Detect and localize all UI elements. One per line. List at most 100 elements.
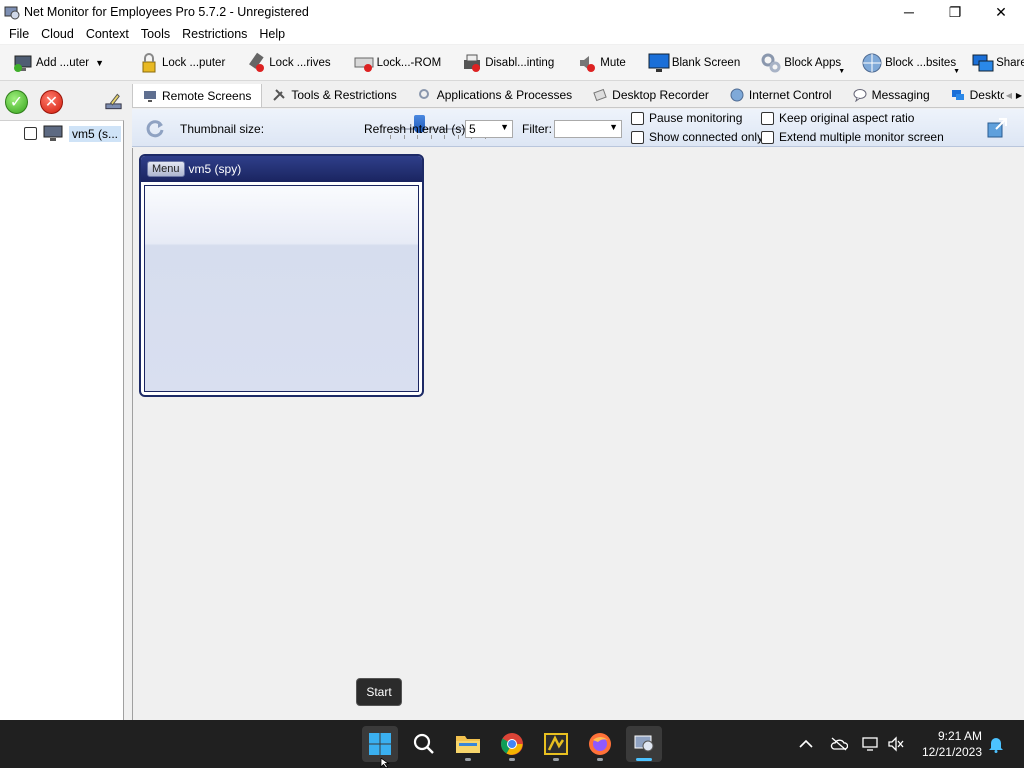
blank-screen-button[interactable]: Blank Screen xyxy=(644,46,744,80)
refresh-icon[interactable] xyxy=(144,117,166,139)
refresh-interval-value: 5 xyxy=(469,122,476,136)
show-connected-only-checkbox[interactable]: Show connected only xyxy=(631,130,763,144)
menu-restrictions[interactable]: Restrictions xyxy=(176,24,253,44)
mouse-cursor-icon xyxy=(380,758,390,768)
taskbar-app[interactable] xyxy=(538,726,574,762)
taskbar-net-monitor[interactable] xyxy=(626,726,662,762)
tab-label: Messaging xyxy=(871,88,930,102)
remote-screens-icon xyxy=(144,90,156,102)
block-apps-label: Block Apps xyxy=(784,56,842,69)
refresh-interval-label: Refresh interval (s): xyxy=(364,122,469,136)
chevron-down-icon[interactable]: ▼ xyxy=(953,68,960,75)
usb-drive-icon xyxy=(249,52,265,72)
start-button[interactable] xyxy=(362,726,398,762)
chevron-right-icon[interactable]: ▶ xyxy=(1014,86,1024,104)
pause-monitoring-checkbox[interactable]: Pause monitoring xyxy=(631,111,742,125)
close-button[interactable]: ✕ xyxy=(978,0,1024,24)
thumbnail-menu-button[interactable]: Menu xyxy=(147,161,185,177)
network-icon[interactable] xyxy=(860,720,880,768)
onedrive-offline-icon[interactable] xyxy=(828,720,850,768)
toolbar: Add ...uter ▼ Lock ...puter Lock ...rive… xyxy=(0,45,1024,81)
check-icon[interactable]: ✓ xyxy=(5,90,28,114)
menu-cloud[interactable]: Cloud xyxy=(35,24,80,44)
title-bar: Net Monitor for Employees Pro 5.7.2 - Un… xyxy=(0,0,1024,24)
add-computer-button[interactable]: Add ...uter ▼ xyxy=(8,46,108,80)
close-icon[interactable]: ✕ xyxy=(40,90,63,114)
filter-select[interactable]: ▼ xyxy=(554,120,622,138)
maximize-button[interactable]: ❐ xyxy=(932,0,978,24)
menu-file[interactable]: File xyxy=(3,24,35,44)
clock-time: 9:21 AM xyxy=(937,729,982,743)
running-indicator xyxy=(553,758,559,761)
lock-cdrom-button[interactable]: Lock...-ROM xyxy=(349,46,446,80)
chat-bubble-icon xyxy=(853,89,867,102)
tab-messaging[interactable]: Messaging xyxy=(843,84,941,107)
keep-aspect-ratio-label: Keep original aspect ratio xyxy=(779,111,915,125)
tab-label: Tools & Restrictions xyxy=(291,88,397,102)
taskbar-file-explorer[interactable] xyxy=(450,726,486,762)
refresh-interval-select[interactable]: 5 ▼ xyxy=(465,120,513,138)
checkbox[interactable] xyxy=(631,111,644,125)
keep-aspect-ratio-checkbox[interactable]: Keep original aspect ratio xyxy=(761,111,914,125)
tab-internet-control[interactable]: Internet Control xyxy=(720,84,843,107)
checkbox[interactable] xyxy=(631,130,644,144)
thumbnail-header: Menu vm5 (spy) xyxy=(141,156,422,182)
screen-thumbnail[interactable]: Menu vm5 (spy) xyxy=(139,154,424,397)
app-icon xyxy=(544,733,568,755)
cdrom-icon xyxy=(354,57,374,72)
checkbox[interactable] xyxy=(761,111,774,125)
share-desktop-button[interactable]: Share...sktop xyxy=(968,46,1024,80)
tools-icon xyxy=(273,89,286,101)
taskbar-firefox[interactable] xyxy=(582,726,618,762)
tab-desktop-recorder[interactable]: Desktop Recorder xyxy=(583,84,720,107)
chevron-down-icon[interactable]: ▼ xyxy=(838,68,845,75)
notification-bell-icon[interactable] xyxy=(986,720,1006,768)
running-indicator xyxy=(509,758,515,761)
detach-window-icon[interactable] xyxy=(986,117,1008,139)
mute-button[interactable]: Mute xyxy=(572,46,630,80)
add-computer-icon xyxy=(14,55,32,72)
chrome-icon xyxy=(501,733,523,755)
chevron-down-icon: ▼ xyxy=(500,122,509,132)
checkbox[interactable] xyxy=(761,130,774,144)
tab-label: Internet Control xyxy=(748,88,832,102)
lock-computer-button[interactable]: Lock ...puter xyxy=(134,46,229,80)
tab-tools-restrictions[interactable]: Tools & Restrictions xyxy=(262,84,407,107)
blank-screen-label: Blank Screen xyxy=(671,56,741,69)
extend-multiple-monitor-label: Extend multiple monitor screen xyxy=(779,130,944,144)
disable-printing-button[interactable]: Disabl...inting xyxy=(457,46,558,80)
block-websites-button[interactable]: Block ...bsites ▼ xyxy=(857,46,960,80)
monitor-icon xyxy=(648,53,670,72)
window-title: Net Monitor for Employees Pro 5.7.2 - Un… xyxy=(24,5,309,19)
chevron-up-icon[interactable] xyxy=(796,720,816,768)
minimize-button[interactable]: ─ xyxy=(886,0,932,24)
tab-remote-screens[interactable]: Remote Screens xyxy=(132,84,263,107)
block-apps-button[interactable]: Block Apps ▼ xyxy=(756,46,845,80)
tree-item-checkbox[interactable] xyxy=(24,127,37,140)
remote-screens-area: Menu vm5 (spy) xyxy=(132,148,1024,720)
left-toolbar: ✓ ✕ xyxy=(0,84,124,120)
menu-help[interactable]: Help xyxy=(253,24,291,44)
taskbar-chrome[interactable] xyxy=(494,726,530,762)
taskbar-search-button[interactable] xyxy=(406,726,442,762)
share-desktop-icon xyxy=(972,54,994,71)
tree-item[interactable]: vm5 (s... xyxy=(24,125,122,142)
printer-icon xyxy=(464,54,481,72)
menu-context[interactable]: Context xyxy=(80,24,135,44)
lock-drives-button[interactable]: Lock ...rives xyxy=(241,46,334,80)
volume-muted-icon[interactable] xyxy=(886,720,906,768)
tab-scroll: ◀ ▶ xyxy=(1004,86,1024,104)
thumbnail-screen-preview[interactable] xyxy=(144,185,419,392)
tab-applications-processes[interactable]: Applications & Processes xyxy=(408,84,583,107)
tab-label: Desktop Recorder xyxy=(612,88,709,102)
edit-icon[interactable] xyxy=(103,91,124,113)
windows-start-icon xyxy=(369,733,391,755)
globe-icon xyxy=(730,88,744,102)
menu-tools[interactable]: Tools xyxy=(135,24,176,44)
add-computer-label: Add ...uter xyxy=(36,56,90,69)
system-clock[interactable]: 9:21 AM 12/21/2023 xyxy=(922,728,982,760)
extend-multiple-monitor-checkbox[interactable]: Extend multiple monitor screen xyxy=(761,130,944,144)
chevron-down-icon[interactable]: ▼ xyxy=(95,58,104,68)
thumbnail-size-label: Thumbnail size: xyxy=(180,122,265,136)
chevron-left-icon[interactable]: ◀ xyxy=(1004,86,1014,104)
